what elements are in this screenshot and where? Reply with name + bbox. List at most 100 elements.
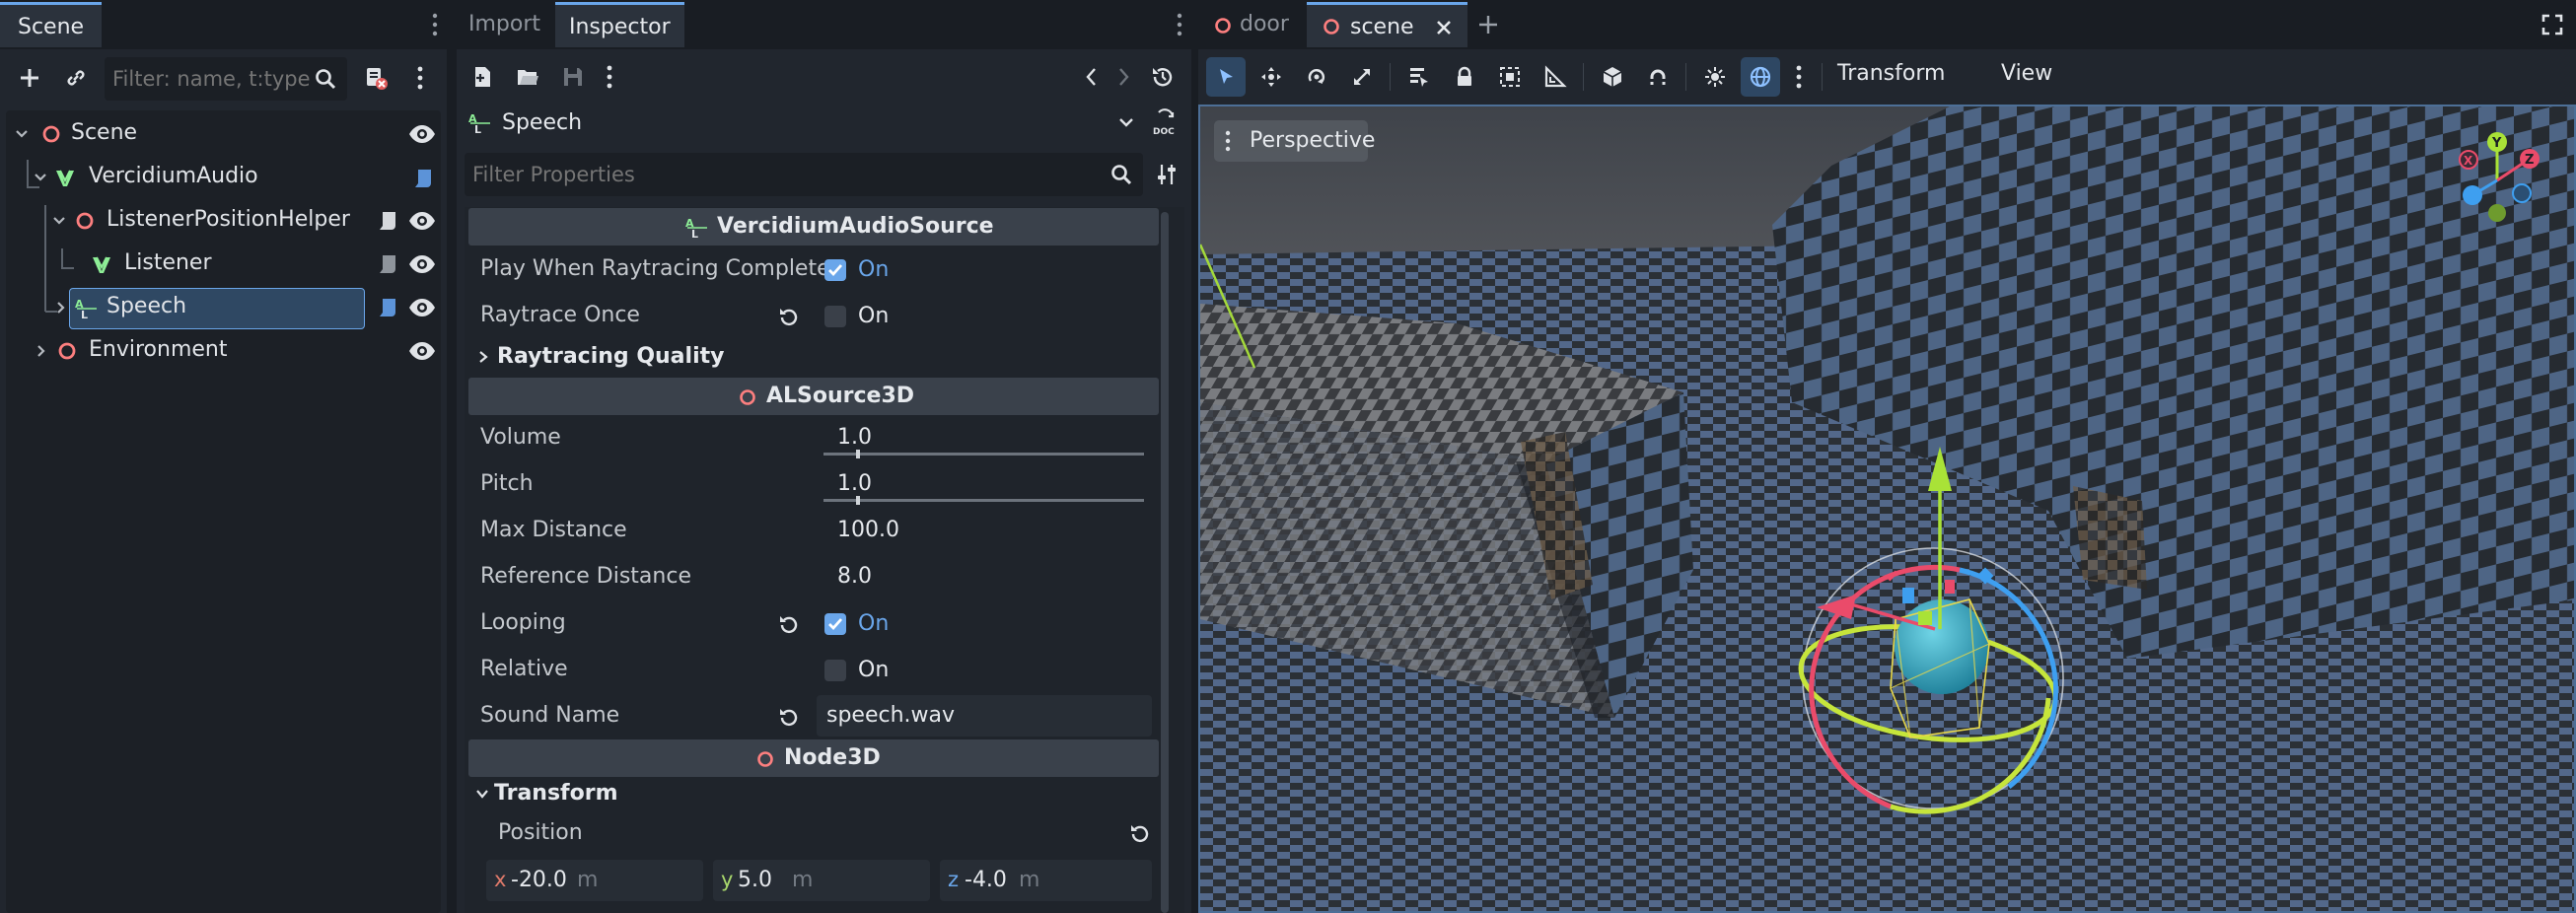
chevron-down-icon[interactable]: [51, 213, 67, 229]
open-documentation-button[interactable]: DOC: [1147, 103, 1186, 144]
lock-button[interactable]: [1445, 57, 1484, 97]
select-mode-button[interactable]: [1206, 57, 1246, 97]
revert-icon[interactable]: [776, 706, 800, 730]
visibility-eye-icon[interactable]: [407, 251, 437, 277]
dock-splitter[interactable]: [1191, 0, 1198, 913]
dock-splitter[interactable]: [447, 0, 457, 913]
filter-properties-input[interactable]: [472, 159, 1064, 190]
object-history-button[interactable]: [1145, 57, 1181, 97]
scale-mode-button[interactable]: [1342, 57, 1382, 97]
script-icon[interactable]: [411, 167, 435, 190]
script-icon[interactable]: [376, 209, 399, 233]
tree-item-listener[interactable]: Listener: [0, 244, 447, 285]
inspector-scrollbar[interactable]: [1161, 212, 1169, 913]
position-y-field[interactable]: y 5.0 m: [713, 860, 930, 901]
3d-viewport[interactable]: Perspective Y Z X: [1198, 105, 2576, 913]
relative-checkbox[interactable]: [824, 660, 846, 681]
chevron-down-icon[interactable]: [14, 126, 30, 142]
reference-distance-value[interactable]: 8.0: [837, 564, 872, 589]
volume-value[interactable]: 1.0: [837, 425, 872, 450]
scene-more-button[interactable]: [402, 58, 438, 98]
filter-properties-field[interactable]: [465, 153, 1143, 196]
pitch-value[interactable]: 1.0: [837, 471, 872, 496]
volume-slider[interactable]: [823, 453, 1144, 456]
dock-menu-icon[interactable]: [1176, 12, 1183, 37]
rotate-mode-button[interactable]: [1297, 57, 1336, 97]
attach-script-button[interactable]: [356, 58, 395, 98]
tab-scene[interactable]: Scene: [0, 2, 103, 47]
rotate-icon: [1308, 69, 1325, 84]
scene-filter-input[interactable]: [112, 63, 310, 95]
transform-menu[interactable]: Transform: [1837, 61, 1945, 86]
fullscreen-icon[interactable]: [2540, 13, 2564, 36]
new-resource-button[interactable]: [463, 57, 502, 97]
tab-import[interactable]: Import: [457, 2, 552, 47]
ruler-button[interactable]: [1536, 57, 1575, 97]
view-menu[interactable]: View: [2001, 61, 2052, 86]
chevron-right-icon[interactable]: [53, 300, 69, 316]
sound-name-field[interactable]: speech.wav: [817, 695, 1152, 737]
environment-more-button[interactable]: [1784, 57, 1814, 97]
tab-door[interactable]: door: [1200, 2, 1303, 47]
chevron-down-icon[interactable]: [474, 788, 490, 802]
script-icon[interactable]: [376, 296, 399, 319]
group-raytracing-quality[interactable]: Raytracing Quality: [497, 344, 724, 369]
revert-icon[interactable]: [776, 306, 800, 329]
slider-grabber[interactable]: [855, 450, 860, 458]
tab-scene-file[interactable]: scene: [1307, 2, 1467, 47]
history-forward-button[interactable]: [1109, 57, 1139, 97]
revert-icon[interactable]: [776, 613, 800, 637]
relative-value[interactable]: On: [858, 658, 889, 682]
add-node-button[interactable]: [10, 58, 49, 98]
script-icon[interactable]: [376, 252, 399, 276]
max-distance-value[interactable]: 100.0: [837, 518, 899, 542]
tree-item-vercidiumaudio[interactable]: VercidiumAudio: [0, 157, 447, 198]
move-mode-button[interactable]: [1252, 57, 1291, 97]
play-when-value[interactable]: On: [858, 257, 889, 282]
local-space-button[interactable]: [1593, 57, 1632, 97]
dock-menu-icon[interactable]: [431, 12, 439, 37]
group-transform[interactable]: Transform: [494, 781, 618, 806]
position-z-field[interactable]: z -4.0 m: [940, 860, 1152, 901]
add-tab-icon[interactable]: [1476, 13, 1500, 36]
visibility-eye-icon[interactable]: [407, 338, 437, 364]
resource-more-button[interactable]: [595, 57, 624, 97]
tree-item-scene[interactable]: Scene: [0, 113, 447, 155]
group-button[interactable]: [1490, 57, 1530, 97]
instance-child-scene-button[interactable]: [56, 58, 96, 98]
scene-filter-field[interactable]: [105, 57, 347, 101]
chevron-right-icon[interactable]: [476, 349, 490, 365]
object-selector[interactable]: AL Speech: [463, 103, 1143, 144]
chevron-right-icon[interactable]: [34, 343, 49, 359]
open-resource-button[interactable]: [508, 57, 547, 97]
perspective-menu-button[interactable]: Perspective: [1214, 120, 1375, 162]
tree-item-listenerpositionhelper[interactable]: ListenerPositionHelper: [0, 200, 447, 242]
visibility-eye-icon[interactable]: [407, 208, 437, 234]
raytrace-once-value[interactable]: On: [858, 304, 889, 328]
looping-checkbox[interactable]: [824, 613, 846, 635]
visibility-eye-icon[interactable]: [407, 295, 437, 320]
snap-button[interactable]: [1638, 57, 1678, 97]
position-x-field[interactable]: x -20.0 m: [486, 860, 703, 901]
looping-value[interactable]: On: [858, 611, 889, 636]
tab-inspector[interactable]: Inspector: [555, 2, 684, 47]
prop-label-looping: Looping: [480, 610, 566, 635]
play-when-checkbox[interactable]: [824, 259, 846, 281]
svg-text:L: L: [474, 123, 481, 135]
preview-sun-button[interactable]: [1695, 57, 1735, 97]
list-select-button[interactable]: [1399, 57, 1439, 97]
chevron-down-icon[interactable]: [33, 170, 48, 185]
slider-grabber[interactable]: [855, 496, 860, 505]
preview-environment-button[interactable]: [1741, 57, 1780, 97]
property-options-button[interactable]: [1147, 155, 1186, 194]
tree-item-environment[interactable]: Environment: [0, 330, 447, 372]
visibility-eye-icon[interactable]: [407, 121, 437, 147]
view-axis-gizmo[interactable]: Y Z X: [2443, 126, 2551, 235]
history-back-button[interactable]: [1076, 57, 1106, 97]
save-resource-button[interactable]: [553, 57, 593, 97]
tree-item-speech[interactable]: AL Speech: [0, 287, 447, 329]
pitch-slider[interactable]: [823, 499, 1144, 502]
raytrace-once-checkbox[interactable]: [824, 306, 846, 327]
close-icon[interactable]: [1434, 18, 1454, 37]
revert-icon[interactable]: [1127, 822, 1151, 846]
